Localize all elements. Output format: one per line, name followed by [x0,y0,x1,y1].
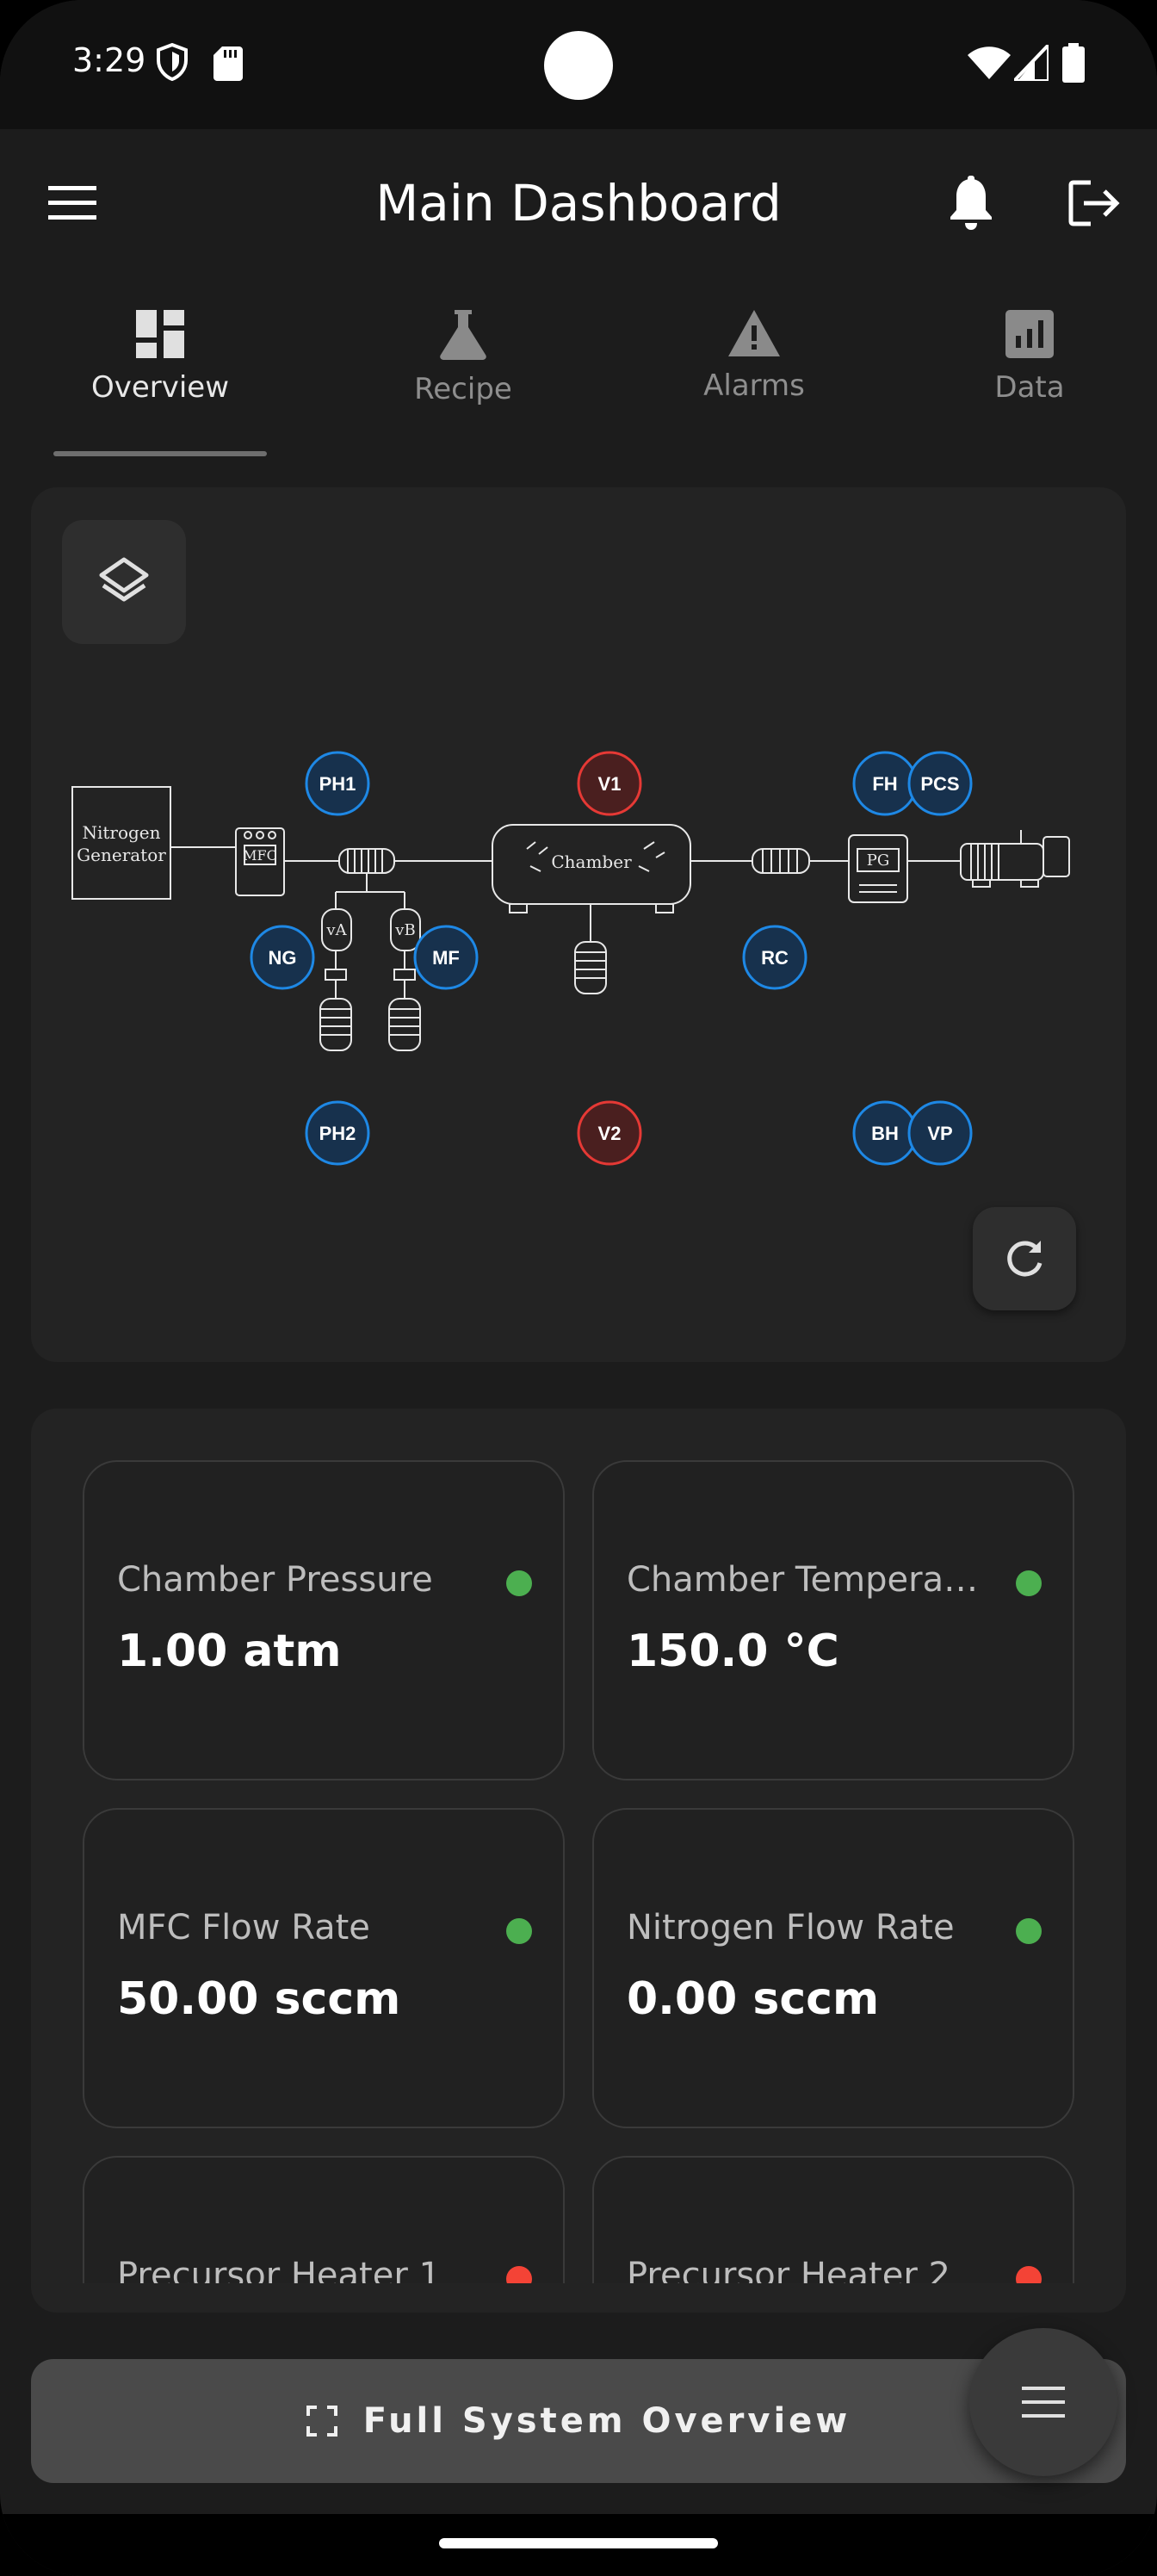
node-ph2-label: PH2 [319,1123,356,1144]
tab-overview-label: Overview [90,370,230,405]
node-bh-label: BH [871,1123,899,1144]
vacuum-pump [960,843,1044,881]
tab-recipe-label: Recipe [414,372,512,406]
metric-label: Nitrogen Flow Rate [627,1908,955,1947]
flask-icon [440,310,486,360]
menu-icon [1022,2387,1065,2418]
fullscreen-icon [306,2406,337,2437]
menu-fab[interactable] [969,2328,1117,2476]
node-ng-label: NG [269,947,297,969]
chamber-heater-coil [574,941,607,994]
status-dot [506,1918,532,1944]
metric-tile[interactable]: MFC Flow Rate 50.00 sccm [83,1808,565,2128]
chamber-label: Chamber [551,851,632,872]
node-bh[interactable]: BH [852,1100,918,1166]
full-system-overview-button[interactable]: Full System Overview [31,2359,1126,2483]
node-ph1-label: PH1 [319,773,356,795]
pressure-gauge-label: PG [867,851,890,870]
bar-chart-icon [1005,310,1054,358]
node-v1[interactable]: V1 [577,751,642,816]
notifications-button[interactable] [940,172,1002,234]
tab-overview[interactable]: Overview [53,276,267,465]
tab-bar: Overview Recipe Alarms Data [0,276,1157,465]
metric-value: 150.0 °C [627,1625,839,1677]
tab-alarms[interactable]: Alarms [647,276,861,465]
home-gesture-handle[interactable] [439,2538,718,2548]
nitrogen-generator-label-2: Generator [77,845,166,865]
metric-label: Chamber Pressure [117,1560,433,1600]
status-dot [1016,1918,1042,1944]
metric-tile[interactable]: Chamber Pressure 1.00 atm [83,1460,565,1780]
nitrogen-generator-label-1: Nitrogen [82,822,160,843]
scroll-clip [31,2283,1126,2313]
nitrogen-generator-box [71,786,171,900]
node-fh[interactable]: FH [852,751,918,816]
full-system-overview-label: Full System Overview [362,2401,851,2441]
vessel-a-label: vA [325,921,347,939]
status-time: 3:29 [72,41,146,79]
tab-recipe[interactable]: Recipe [356,276,570,465]
metric-tile[interactable]: Nitrogen Flow Rate 0.00 sccm [592,1808,1074,2128]
precursor-heater-coil-2 [388,998,421,1051]
status-bar: 3:29 [0,0,1157,129]
node-pcs-label: PCS [920,773,959,795]
system-diagram-card: Nitrogen Generator MFC Chamber PG vA vB … [31,487,1126,1362]
node-fh-label: FH [872,773,897,795]
node-rc[interactable]: RC [742,925,807,990]
app-bar: Main Dashboard [0,129,1157,276]
node-v2[interactable]: V2 [577,1100,642,1166]
tab-data-label: Data [994,370,1065,405]
logout-button[interactable] [1064,172,1126,234]
node-vp[interactable]: VP [907,1100,973,1166]
tab-data[interactable]: Data [926,276,1133,465]
node-rc-label: RC [761,947,789,969]
metric-value: 0.00 sccm [627,1973,880,2025]
status-dot [1016,1570,1042,1596]
process-flow-diagram: Nitrogen Generator MFC Chamber PG vA vB … [71,751,1070,1166]
front-camera [544,31,613,100]
metric-value: 50.00 sccm [117,1973,401,2025]
shield-icon [157,43,188,81]
metrics-card: Chamber Pressure 1.00 atm Chamber Temper… [31,1409,1126,2313]
node-vp-label: VP [927,1123,952,1144]
vessel-b-label: vB [394,921,415,939]
tab-alarms-label: Alarms [703,368,805,403]
node-ph1[interactable]: PH1 [305,751,370,816]
metric-value: 1.00 atm [117,1625,342,1677]
node-mf[interactable]: MF [413,925,479,990]
refresh-button[interactable] [973,1207,1076,1310]
metric-tile[interactable]: Chamber Temperatu... 150.0 °C [592,1460,1074,1780]
node-ph2[interactable]: PH2 [305,1100,370,1166]
metric-label: Chamber Temperatu... [627,1560,988,1600]
node-mf-label: MF [432,947,460,969]
active-tab-indicator [53,451,267,456]
refresh-icon [1007,1241,1043,1277]
wifi-icon [968,46,1011,79]
bell-icon [950,176,992,230]
node-pcs[interactable]: PCS [907,751,973,816]
node-v1-label: V1 [598,773,622,795]
metric-label: MFC Flow Rate [117,1908,370,1947]
logout-icon [1068,180,1120,226]
node-v2-label: V2 [598,1123,622,1144]
cellular-signal-icon [1014,45,1049,81]
mfc-label: MFC [243,847,277,864]
battery-icon [1062,43,1085,83]
node-ng[interactable]: NG [250,925,315,990]
dashboard-icon [136,310,184,358]
warning-icon [728,310,780,356]
status-dot [506,1570,532,1596]
sd-card-icon [213,46,243,81]
phone-screen: 3:29 Main Dashboard Overview Recipe Alar… [0,0,1157,2576]
precursor-heater-coil-1 [319,998,352,1051]
